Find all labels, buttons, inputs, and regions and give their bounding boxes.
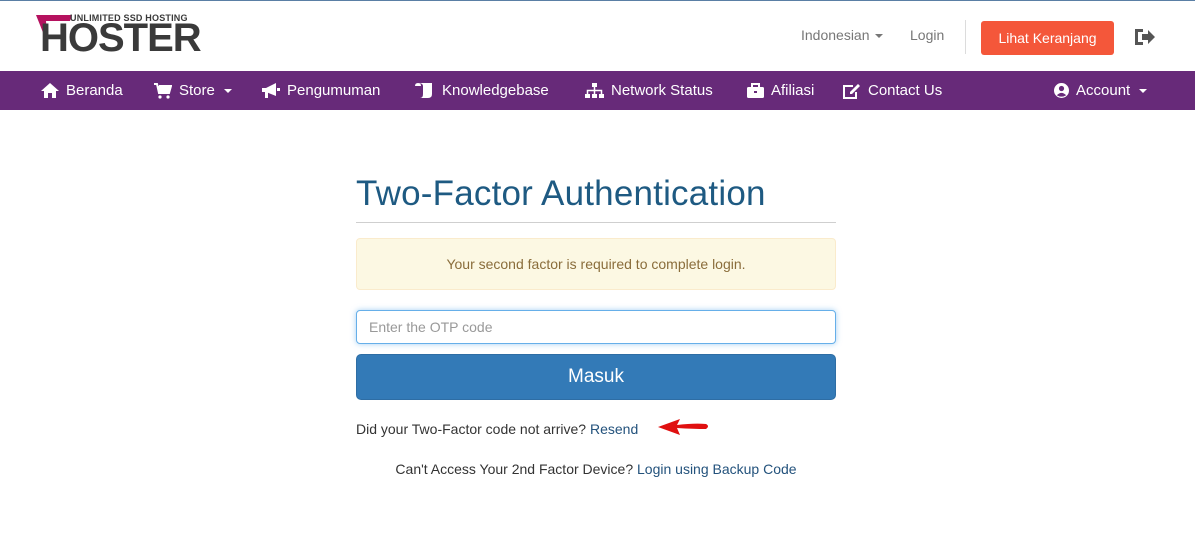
resend-prompt: Did your Two-Factor code not arrive? Res… bbox=[356, 421, 638, 437]
hoster-logo[interactable]: UNLIMITED SSD HOSTING HOSTER bbox=[36, 13, 216, 61]
login-link[interactable]: Login bbox=[910, 27, 944, 43]
backup-code-prompt: Can't Access Your 2nd Factor Device? Log… bbox=[356, 461, 836, 477]
sitemap-icon bbox=[585, 83, 604, 98]
backup-prompt-text: Can't Access Your 2nd Factor Device? bbox=[395, 461, 634, 477]
briefcase-icon bbox=[747, 83, 764, 98]
chevron-down-icon bbox=[223, 88, 232, 93]
account-label: Account bbox=[1076, 82, 1131, 99]
alert-message: Your second factor is required to comple… bbox=[446, 256, 746, 272]
nav-label: Pengumuman bbox=[287, 82, 381, 99]
nav-item-afiliasi[interactable]: Afiliasi bbox=[747, 71, 814, 110]
nav-item-network-status[interactable]: Network Status bbox=[585, 71, 713, 110]
view-cart-button[interactable]: Lihat Keranjang bbox=[981, 21, 1114, 55]
nav-item-beranda[interactable]: Beranda bbox=[41, 71, 123, 110]
account-menu[interactable]: Account bbox=[1054, 71, 1148, 110]
nav-label: Knowledgebase bbox=[442, 82, 549, 99]
nav-item-contact-us[interactable]: Contact Us bbox=[843, 71, 942, 110]
nav-label: Afiliasi bbox=[771, 82, 815, 99]
user-circle-icon bbox=[1054, 83, 1069, 98]
title-divider bbox=[356, 222, 836, 223]
chevron-down-icon bbox=[874, 34, 883, 39]
nav-label: Store bbox=[179, 82, 215, 99]
nav-item-knowledgebase[interactable]: Knowledgebase bbox=[415, 71, 549, 110]
chevron-down-icon bbox=[1139, 88, 1148, 93]
header-divider bbox=[965, 20, 966, 54]
resend-prompt-text: Did your Two-Factor code not arrive? bbox=[356, 421, 587, 437]
language-label: Indonesian bbox=[801, 27, 870, 43]
nav-label: Network Status bbox=[611, 82, 713, 99]
nav-label: Beranda bbox=[66, 82, 123, 99]
nav-label: Contact Us bbox=[868, 82, 943, 99]
bullhorn-icon bbox=[262, 83, 280, 98]
home-icon bbox=[41, 83, 59, 98]
edit-icon bbox=[843, 83, 860, 99]
site-header: UNLIMITED SSD HOSTING HOSTER Indonesian … bbox=[0, 1, 1195, 71]
sign-out-icon[interactable] bbox=[1133, 26, 1157, 48]
nav-item-store[interactable]: Store bbox=[154, 71, 232, 110]
backup-code-login-link[interactable]: Login using Backup Code bbox=[637, 461, 797, 477]
logo-wordmark: HOSTER bbox=[40, 16, 202, 60]
resend-link[interactable]: Resend bbox=[590, 421, 638, 437]
submit-login-button[interactable]: Masuk bbox=[356, 354, 836, 400]
language-selector[interactable]: Indonesian bbox=[801, 27, 883, 43]
warning-alert: Your second factor is required to comple… bbox=[356, 238, 836, 290]
shopping-cart-icon bbox=[154, 82, 172, 99]
page-title: Two-Factor Authentication bbox=[356, 174, 766, 213]
otp-code-input[interactable] bbox=[356, 310, 836, 344]
scroll-icon bbox=[415, 83, 432, 98]
nav-item-pengumuman[interactable]: Pengumuman bbox=[262, 71, 380, 110]
red-arrow-annotation-icon bbox=[658, 419, 708, 435]
main-navbar: Beranda Store Pengumuman Knowledgebase N… bbox=[0, 71, 1195, 110]
